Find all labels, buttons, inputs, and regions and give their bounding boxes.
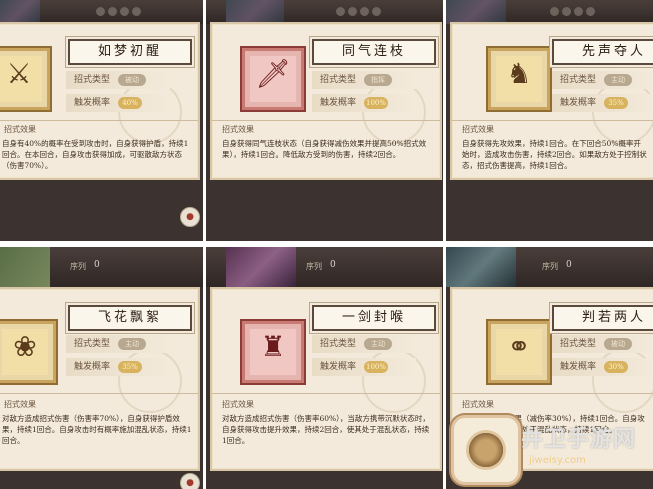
skill-icon-frame: ❀ <box>0 321 56 383</box>
skill-icon-frame: ⚭ <box>488 321 550 383</box>
side-label: 序列 <box>542 262 558 271</box>
watermark-logo-icon <box>451 415 521 485</box>
effect-heading: 招式效果 <box>4 125 36 134</box>
skill-type-label: 招式类型 <box>320 339 357 349</box>
skill-rate-row: 触发概率 30% <box>552 358 653 376</box>
side-count: 0 <box>330 260 336 270</box>
skill-rate-value: 100% <box>364 361 388 373</box>
skill-icon-frame: 🗡 <box>242 48 304 110</box>
status-dots <box>550 7 595 16</box>
skill-rate-label: 触发概率 <box>560 362 597 372</box>
effect-heading: 招式效果 <box>4 400 36 409</box>
skill-type-row: 招式类型 指挥 <box>312 71 416 89</box>
side-label: 序列 <box>306 262 322 271</box>
status-dots <box>96 7 141 16</box>
skill-rate-label: 触发概率 <box>74 98 111 108</box>
skill-rate-value: 40% <box>118 97 142 109</box>
horse-rider-icon: ♞ <box>506 57 532 90</box>
screenshot-tile-3: ♞ 先声夺人 招式类型 主动 触发概率 35% 招式效果 自身获得先攻效果，持续… <box>446 0 653 241</box>
skill-type-row: 招式类型 主动 <box>66 335 170 353</box>
skill-description: 自身获得同气连枝状态（自身获得减伤效果并提高50%招式效果），持续1回合。降低敌… <box>222 139 427 159</box>
swordsman-icon: ♜ <box>260 330 286 363</box>
warrior-icon: ⚔ <box>6 57 32 90</box>
watermark-title: 井卫手游网 <box>521 427 637 452</box>
chat-bubble-icon[interactable]: ● <box>180 207 200 227</box>
skill-type-value: 主动 <box>118 338 146 350</box>
top-strip <box>206 247 443 287</box>
flower-petal-icon: ❀ <box>13 330 37 363</box>
skill-type-row: 招式类型 被动 <box>552 335 653 353</box>
top-strip <box>0 247 203 287</box>
skill-card: 🗡 同气连枝 招式类型 指挥 触发概率 100% 招式效果 自身获得同气连枝状态… <box>210 22 442 180</box>
effect-heading: 招式效果 <box>222 400 254 409</box>
skill-rate-value: 35% <box>604 97 628 109</box>
top-strip <box>206 0 443 24</box>
sword-icon: 🗡 <box>255 57 291 90</box>
skill-name: 先声夺人 <box>552 39 653 65</box>
skill-description: 对敌方造成招式伤害（伤害率60%），当敌方携带沉默状态时，自身获得攻击提升效果，… <box>222 414 430 445</box>
skill-rate-value: 35% <box>118 361 142 373</box>
skill-rate-label: 触发概率 <box>560 98 597 108</box>
skill-card: ♞ 先声夺人 招式类型 主动 触发概率 35% 招式效果 自身获得先攻效果，持续… <box>450 22 653 180</box>
effect-heading: 招式效果 <box>222 125 254 134</box>
skill-rate-label: 触发概率 <box>320 98 357 108</box>
skill-type-value: 主动 <box>364 338 392 350</box>
side-label: 序列 <box>70 262 86 271</box>
skill-rate-row: 触发概率 40% <box>66 94 170 112</box>
skill-rate-row: 触发概率 100% <box>312 358 416 376</box>
skill-description: 自身有40%的概率在受到攻击时，自身获得护盾，持续1回合。在本回合，自身攻击获得… <box>2 139 189 170</box>
skill-type-label: 招式类型 <box>560 75 597 85</box>
skill-description: 对敌方造成招式伤害（伤害率70%），自身获得护盾效果，持续1回合。自身攻击时有概… <box>2 414 192 445</box>
screenshot-tile-5: 序列 0 ♜ 一剑封喉 招式类型 主动 触发概率 100% 招式效果 对敌方造成… <box>206 247 443 489</box>
watermark-subtitle: jiweisy.com <box>529 455 586 466</box>
skill-type-label: 招式类型 <box>320 75 357 85</box>
skill-type-value: 主动 <box>604 74 632 86</box>
screenshot-tile-4: 序列 0 ❀ 飞花飘絮 招式类型 主动 触发概率 35% 招式效果 对敌方造成招… <box>0 247 203 489</box>
site-watermark: 井卫手游网 jiweisy.com <box>451 415 651 485</box>
skill-rate-label: 触发概率 <box>320 362 357 372</box>
skill-name: 同气连枝 <box>312 39 436 65</box>
skill-name: 一剑封喉 <box>312 305 436 331</box>
skill-icon-frame: ⚔ <box>0 48 50 110</box>
skill-icon-frame: ♜ <box>242 321 304 383</box>
skill-name: 判若两人 <box>552 305 653 331</box>
skill-rate-row: 触发概率 100% <box>312 94 416 112</box>
skill-rate-label: 触发概率 <box>74 362 111 372</box>
screenshot-tile-2: 🗡 同气连枝 招式类型 指挥 触发概率 100% 招式效果 自身获得同气连枝状态… <box>206 0 443 241</box>
screenshot-tile-1: ⚔ 如梦初醒 招式类型 被动 触发概率 40% 招式效果 自身有40%的概率在受… <box>0 0 203 241</box>
skill-rate-value: 100% <box>364 97 388 109</box>
skill-type-label: 招式类型 <box>560 339 597 349</box>
skill-type-label: 招式类型 <box>74 75 111 85</box>
skill-icon-frame: ♞ <box>488 48 550 110</box>
skill-type-value: 指挥 <box>364 74 392 86</box>
chat-bubble-icon[interactable]: ● <box>180 473 200 489</box>
skill-card: ❀ 飞花飘絮 招式类型 主动 触发概率 35% 招式效果 对敌方造成招式伤害（伤… <box>0 287 200 471</box>
effect-heading: 招式效果 <box>462 125 494 134</box>
side-count: 0 <box>566 260 572 270</box>
skill-name: 飞花飘絮 <box>68 305 192 331</box>
skill-card: ⚔ 如梦初醒 招式类型 被动 触发概率 40% 招式效果 自身有40%的概率在受… <box>0 22 200 180</box>
skill-type-row: 招式类型 被动 <box>66 71 170 89</box>
skill-rate-value: 30% <box>604 361 628 373</box>
skill-type-row: 招式类型 主动 <box>312 335 416 353</box>
skill-name: 如梦初醒 <box>68 39 192 65</box>
skill-type-row: 招式类型 主动 <box>552 71 653 89</box>
skill-rate-row: 触发概率 35% <box>66 358 170 376</box>
status-dots <box>336 7 381 16</box>
side-count: 0 <box>94 260 100 270</box>
skill-type-label: 招式类型 <box>74 339 111 349</box>
twin-figures-icon: ⚭ <box>507 330 531 363</box>
skill-card: ♜ 一剑封喉 招式类型 主动 触发概率 100% 招式效果 对敌方造成招式伤害（… <box>210 287 442 471</box>
skill-type-value: 被动 <box>118 74 146 86</box>
skill-type-value: 被动 <box>604 338 632 350</box>
skill-rate-row: 触发概率 35% <box>552 94 653 112</box>
skill-description: 自身获得先攻效果，持续1回合。在下回合50%概率开始时，造成攻击伤害，持续2回合… <box>462 139 647 170</box>
effect-heading: 招式效果 <box>462 400 494 409</box>
